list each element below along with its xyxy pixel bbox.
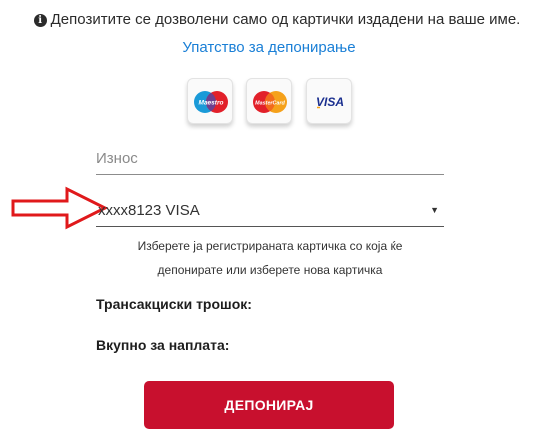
selected-card-value: xxxx8123 VISA bbox=[98, 202, 200, 219]
deposit-button[interactable]: ДЕПОНИРАЈ bbox=[144, 381, 394, 429]
dropdown-caret-icon: ▼ bbox=[430, 205, 439, 215]
visa-wordmark: VISA bbox=[316, 95, 344, 109]
notice-text: Депозитите се дозволени само од картички… bbox=[50, 11, 521, 28]
annotation-arrow-icon bbox=[11, 186, 109, 230]
mastercard-card-icon[interactable]: MasterCard bbox=[246, 78, 292, 124]
deposit-guide-link[interactable]: Упатство за депонирање bbox=[0, 39, 538, 56]
info-icon: i bbox=[33, 14, 47, 27]
amount-input[interactable] bbox=[96, 140, 444, 174]
deposit-notice: i Депозитите се дозволени само од картичк… bbox=[0, 11, 554, 28]
transaction-fee-label: Трансакциски трошок: bbox=[96, 296, 252, 312]
visa-card-icon[interactable]: VISA bbox=[306, 78, 352, 124]
card-select[interactable]: xxxx8123 VISA ▼ bbox=[96, 195, 444, 227]
card-select-hint: Изберете ја регистрираната картичка со к… bbox=[137, 239, 403, 277]
mastercard-wordmark: MasterCard bbox=[255, 101, 285, 107]
amount-field[interactable] bbox=[96, 140, 444, 175]
maestro-card-icon[interactable]: Maestro bbox=[187, 78, 233, 124]
maestro-wordmark: Maestro bbox=[199, 100, 224, 107]
total-label: Вкупно за наплата: bbox=[96, 337, 230, 353]
